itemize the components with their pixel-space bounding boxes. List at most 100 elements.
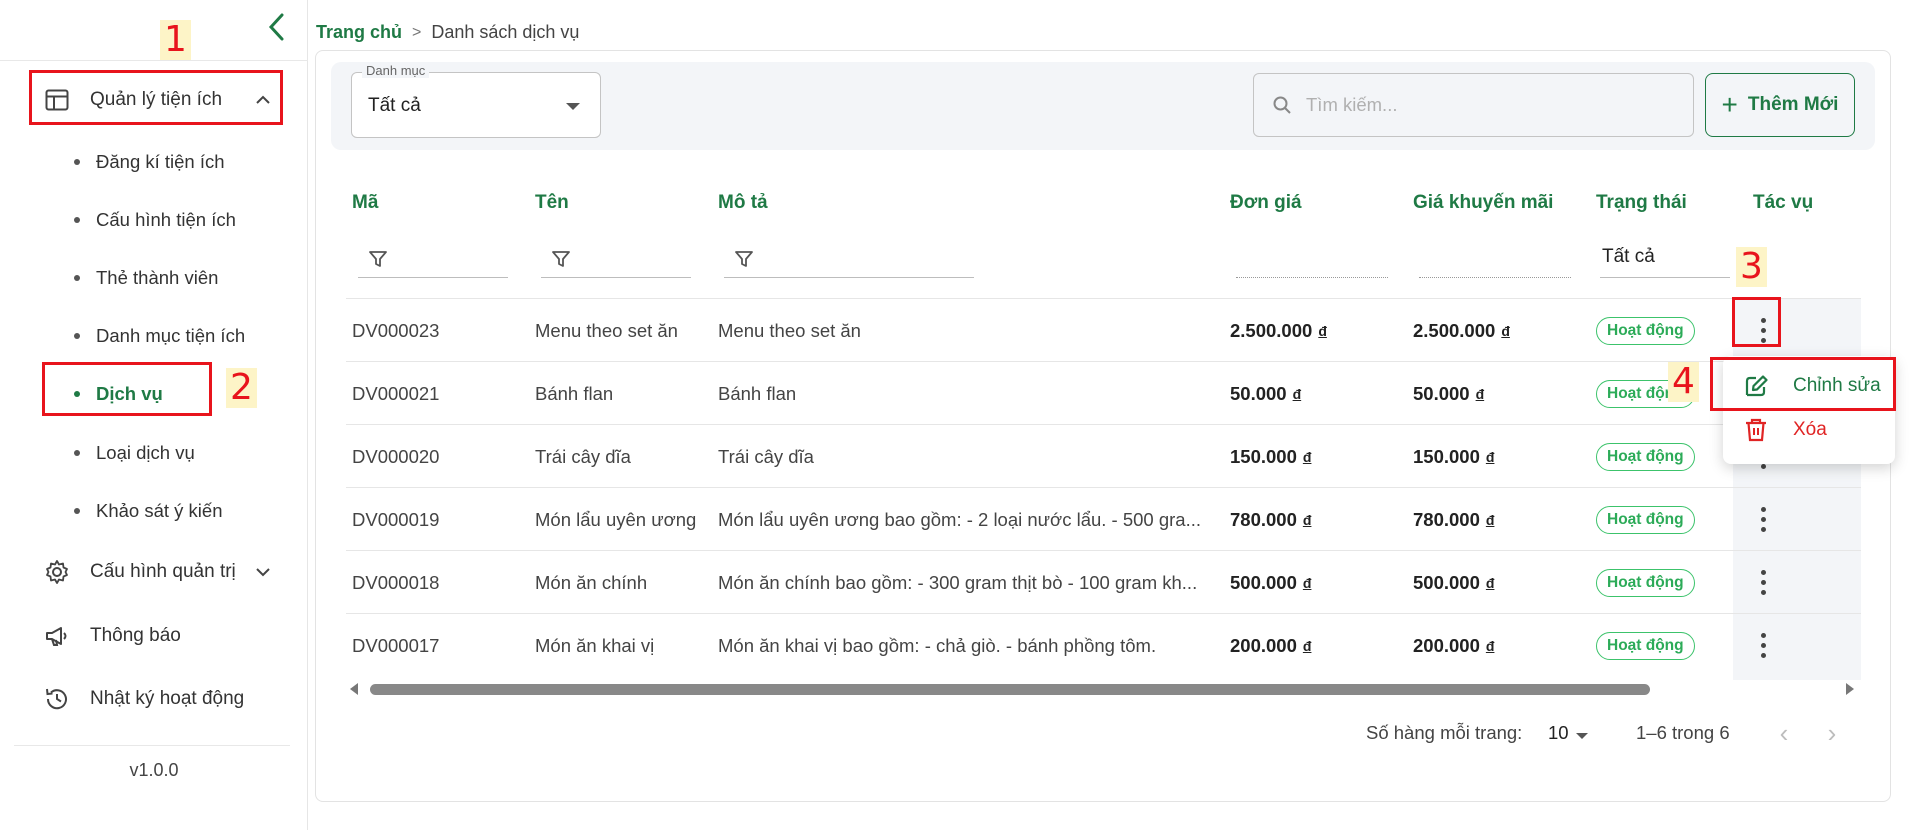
kebab-dot (1760, 526, 1766, 532)
nav-item-notifications[interactable]: Thông báo (28, 609, 286, 663)
cell-description: Bánh flan (718, 382, 797, 404)
kebab-dot (1760, 337, 1766, 343)
scrollbar-thumb[interactable] (370, 684, 1650, 695)
cell-description: Món ăn chính bao gồm: - 300 gram thịt bò… (718, 571, 1198, 593)
cell-status: Hoạt động (1596, 488, 1726, 551)
currency-symbol: đ (1302, 448, 1312, 465)
history-icon (42, 684, 72, 714)
column-header-description[interactable]: Mô tả (718, 192, 768, 214)
sidebar-item-register-utility[interactable]: Đăng kí tiện ích (74, 142, 274, 182)
cell-description: Trái cây dĩa (718, 445, 814, 467)
nav-item-admin-config[interactable]: Cấu hình quản trị (28, 545, 286, 599)
pagination-range: 1–6 trong 6 (1636, 722, 1730, 743)
row-actions-button[interactable] (1748, 562, 1778, 602)
cell-promo-price: 200.000 đ (1413, 614, 1589, 677)
promo-value: 50.000 (1413, 382, 1470, 404)
nav-item-activity-log[interactable]: Nhật ký hoạt động (28, 672, 286, 726)
row-actions-button[interactable] (1748, 499, 1778, 539)
kebab-dot (1760, 589, 1766, 595)
next-page-button[interactable]: › (1820, 720, 1844, 748)
kebab-dot (1760, 642, 1766, 648)
cell-code: DV000023 (352, 319, 440, 341)
prev-page-button[interactable]: ‹ (1772, 720, 1796, 748)
kebab-dot (1760, 632, 1766, 638)
cell-name: Món ăn chính (535, 571, 648, 593)
bullet (74, 333, 80, 339)
column-header-price[interactable]: Đơn giá (1230, 192, 1302, 214)
breadcrumb-home-link[interactable]: Trang chủ (316, 22, 402, 43)
caret-down-icon[interactable] (1576, 733, 1588, 739)
row-actions-button[interactable] (1748, 625, 1778, 665)
price-value: 780.000 (1230, 508, 1297, 530)
status-badge: Hoạt động (1596, 568, 1695, 597)
nav-label: Thông báo (90, 625, 181, 646)
code-filter[interactable] (358, 240, 508, 278)
plus-icon: + (1721, 89, 1738, 120)
table-row: DV000020 Trái cây dĩa Trái cây dĩa 150.0… (346, 424, 1861, 487)
table-row: DV000019 Món lẩu uyên ương Món lẩu uyên … (346, 487, 1861, 550)
scroll-right-arrow-icon[interactable] (1846, 683, 1854, 695)
cell-name: Trái cây dĩa (535, 445, 631, 467)
sidebar-item-utility-category[interactable]: Danh mục tiện ích (74, 316, 274, 356)
cell-promo-price: 780.000 đ (1413, 488, 1589, 551)
breadcrumb-separator: > (412, 23, 422, 41)
sidebar-item-utility-config[interactable]: Cấu hình tiện ích (74, 200, 274, 240)
cell-description: Menu theo set ăn (718, 319, 861, 341)
scroll-left-arrow-icon[interactable] (350, 683, 358, 695)
promo-value: 150.000 (1413, 445, 1480, 467)
delete-label: Xóa (1793, 419, 1827, 440)
search-input[interactable] (1306, 94, 1686, 116)
row-context-menu: Chỉnh sửa Xóa (1723, 356, 1895, 464)
chevron-left-icon (268, 13, 284, 41)
cell-promo-price: 2.500.000 đ (1413, 299, 1589, 362)
cell-name: Món lẩu uyên ương (535, 508, 697, 530)
price-filter[interactable] (1236, 240, 1388, 278)
row-actions-button[interactable] (1748, 310, 1778, 350)
column-header-name[interactable]: Tên (535, 192, 569, 214)
chevron-up-icon (256, 95, 270, 104)
cell-promo-price: 50.000 đ (1413, 362, 1589, 425)
sidebar-item-survey[interactable]: Khảo sát ý kiến (74, 491, 274, 531)
status-filter-select[interactable]: Tất cả (1600, 240, 1730, 278)
status-badge: Hoạt động (1596, 631, 1695, 660)
price-value: 150.000 (1230, 445, 1297, 467)
cell-code: DV000020 (352, 445, 440, 467)
megaphone-icon (42, 621, 72, 651)
sub-item-label: Dịch vụ (96, 383, 163, 404)
cell-price: 50.000 đ (1230, 362, 1406, 425)
promo-value: 2.500.000 (1413, 319, 1496, 341)
search-field[interactable] (1253, 73, 1694, 137)
cell-name: Món ăn khai vị (535, 634, 655, 656)
column-header-code[interactable]: Mã (352, 192, 378, 214)
cell-price: 500.000 đ (1230, 551, 1406, 614)
promo-price-filter[interactable] (1419, 240, 1571, 278)
cell-status: Hoạt động (1596, 362, 1726, 425)
breadcrumb: Trang chủ > Danh sách dịch vụ (316, 22, 579, 43)
add-new-button[interactable]: + Thêm Mới (1705, 73, 1855, 137)
price-value: 2.500.000 (1230, 319, 1313, 341)
cell-price: 150.000 đ (1230, 425, 1406, 488)
divider (0, 60, 308, 61)
caret-down-icon (566, 103, 580, 110)
kebab-dot (1760, 569, 1766, 575)
collapse-sidebar-button[interactable] (262, 12, 292, 48)
nav-item-utilities[interactable]: Quản lý tiện ích (28, 73, 286, 127)
delete-menu-item[interactable]: Xóa (1723, 408, 1895, 452)
kebab-dot (1760, 652, 1766, 658)
description-filter[interactable] (724, 240, 974, 278)
sub-item-label: Đăng kí tiện ích (96, 151, 225, 172)
table-row: DV000018 Món ăn chính Món ăn chính bao g… (346, 550, 1861, 613)
name-filter[interactable] (541, 240, 691, 278)
rows-per-page-select[interactable]: 10 (1548, 722, 1569, 744)
column-header-status[interactable]: Trạng thái (1596, 192, 1687, 214)
cell-price: 2.500.000 đ (1230, 299, 1406, 362)
cell-status: Hoạt động (1596, 299, 1726, 362)
sidebar-item-membership-card[interactable]: Thẻ thành viên (74, 258, 274, 298)
breadcrumb-current: Danh sách dịch vụ (431, 22, 580, 42)
column-header-promo-price[interactable]: Giá khuyến mãi (1413, 192, 1553, 214)
cell-code: DV000019 (352, 508, 440, 530)
category-select[interactable]: Danh mục Tất cả (351, 63, 601, 138)
edit-menu-item[interactable]: Chỉnh sửa (1723, 364, 1895, 408)
kebab-dot (1760, 579, 1766, 585)
sidebar-item-service-types[interactable]: Loại dịch vụ (74, 433, 274, 473)
